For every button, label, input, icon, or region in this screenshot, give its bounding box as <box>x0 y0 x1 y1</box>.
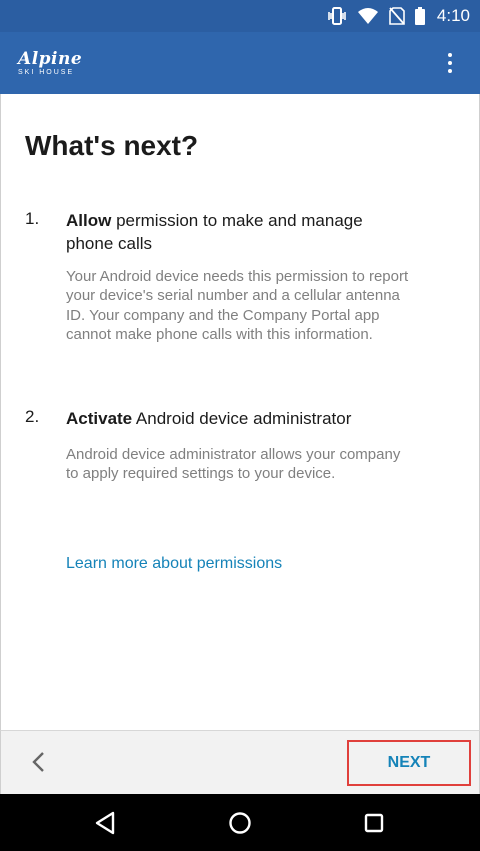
recents-square-icon[interactable] <box>359 808 389 838</box>
step-heading-rest: permission to make and manage phone call… <box>66 211 363 253</box>
step-heading-bold: Allow <box>66 211 112 230</box>
no-sim-icon <box>389 7 405 25</box>
step-number: 1. <box>25 209 40 228</box>
brand-name: Alpine <box>18 48 83 69</box>
system-nav-bar <box>0 794 480 851</box>
page-title: What's next? <box>25 130 199 161</box>
step-heading-bold: Activate <box>66 409 133 428</box>
company-logo: Alpine SKI HOUSE <box>18 48 83 76</box>
overflow-menu-icon[interactable] <box>438 48 462 78</box>
battery-icon <box>414 7 425 25</box>
app-bar: Alpine SKI HOUSE <box>0 32 480 94</box>
back-triangle-icon[interactable] <box>90 808 120 838</box>
status-bar: 4:10 <box>0 0 480 32</box>
wifi-icon <box>357 7 379 25</box>
next-button[interactable]: NEXT <box>347 740 471 786</box>
step-heading: Activate Android device administrator <box>66 407 406 430</box>
chevron-left-icon[interactable] <box>27 749 51 775</box>
step-description: Android device administrator allows your… <box>66 446 401 483</box>
bottom-action-bar: NEXT <box>0 730 480 794</box>
status-time: 4:10 <box>436 6 470 25</box>
step-description: Your Android device needs this permissio… <box>66 268 409 344</box>
brand-subtitle: SKI HOUSE <box>18 68 75 76</box>
learn-more-link[interactable]: Learn more about permissions <box>66 555 282 573</box>
main-content: What's next? 1. Allow permission to make… <box>0 94 480 730</box>
home-circle-icon[interactable] <box>225 808 255 838</box>
step-number: 2. <box>25 407 40 426</box>
vibrate-icon <box>327 7 347 25</box>
step-heading: Allow permission to make and manage phon… <box>66 209 406 255</box>
step-heading-rest: Android device administrator <box>132 409 352 428</box>
